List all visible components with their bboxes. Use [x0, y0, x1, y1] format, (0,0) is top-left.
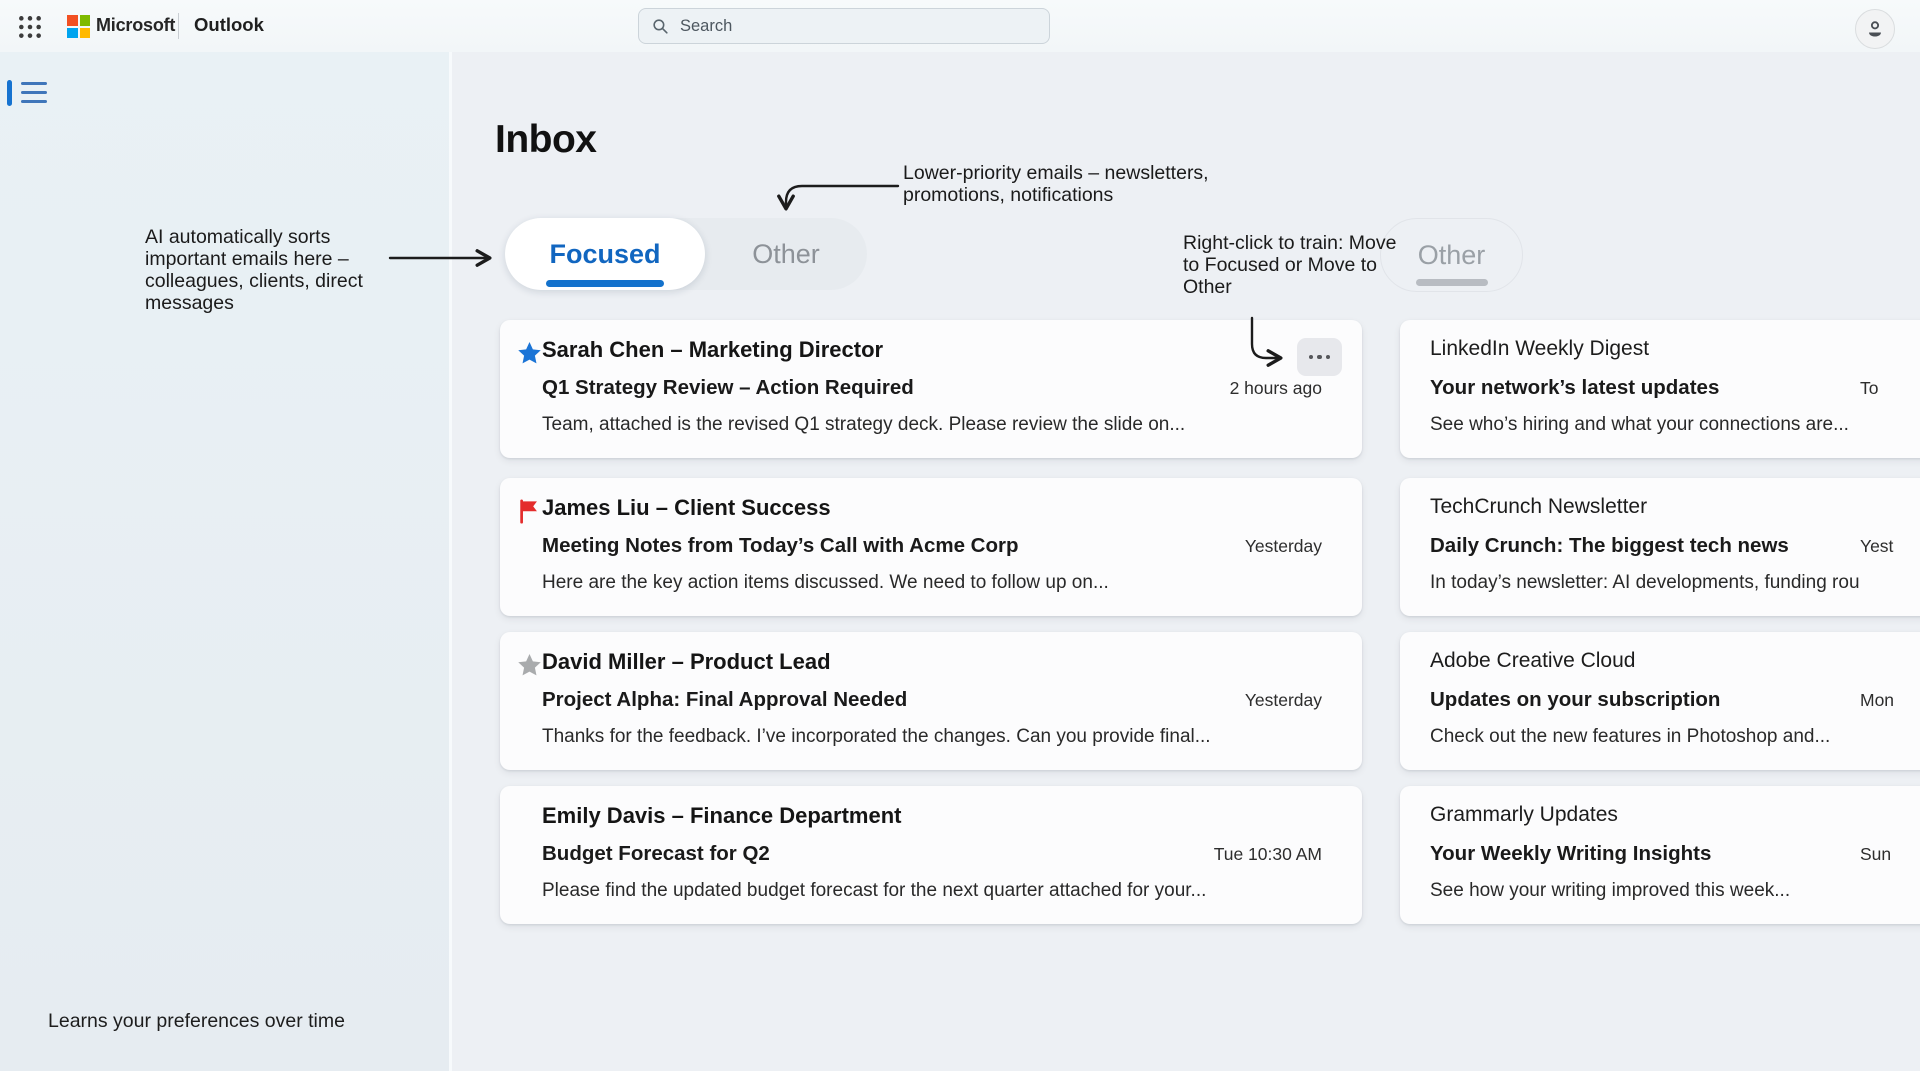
search-icon: [651, 17, 670, 36]
email-sender: Emily Davis – Finance Department: [542, 803, 901, 829]
search-bar[interactable]: [638, 8, 1050, 44]
microsoft-logo[interactable]: [67, 15, 90, 38]
person-icon: [1864, 18, 1886, 40]
email-subject: Meeting Notes from Today’s Call with Acm…: [542, 534, 1019, 558]
email-sender: James Liu – Client Success: [542, 495, 831, 521]
email-item-grammarly[interactable]: Grammarly Updates Your Weekly Writing In…: [1400, 786, 1920, 924]
tab-focused[interactable]: Focused: [505, 218, 705, 290]
hamburger-menu-icon[interactable]: [21, 81, 47, 105]
email-sender: TechCrunch Newsletter: [1430, 495, 1647, 519]
email-subject: Your network’s latest updates: [1430, 376, 1719, 400]
tab-focused-label: Focused: [549, 239, 660, 270]
email-item-emily-davis[interactable]: Emily Davis – Finance Department Budget …: [500, 786, 1362, 924]
star-gray-icon[interactable]: [516, 652, 543, 679]
microsoft-wordmark: Microsoft: [96, 15, 175, 36]
email-time: 2 hours ago: [1230, 378, 1322, 399]
email-preview: See who’s hiring and what your connectio…: [1430, 414, 1849, 436]
email-subject: Project Alpha: Final Approval Needed: [542, 688, 907, 712]
email-sender: LinkedIn Weekly Digest: [1430, 337, 1649, 361]
annotation-train-note: Right-click to train: Move to Focused or…: [1183, 232, 1408, 298]
email-subject: Updates on your subscription: [1430, 688, 1720, 712]
sidebar: Learns your preferences over time: [0, 52, 452, 1071]
email-preview: Please find the updated budget forecast …: [542, 880, 1206, 902]
email-time: Yesterday: [1245, 536, 1322, 557]
other-column-underline: [1416, 279, 1488, 286]
nav-accent-bar: [7, 80, 12, 106]
inbox-tab-switch: Focused Other: [505, 218, 867, 290]
email-subject: Q1 Strategy Review – Action Required: [542, 376, 914, 400]
email-item-sarah-chen[interactable]: Sarah Chen – Marketing Director Q1 Strat…: [500, 320, 1362, 458]
email-preview: Team, attached is the revised Q1 strateg…: [542, 414, 1185, 436]
arrow-to-other-tab: [786, 186, 898, 207]
focused-active-underline: [546, 280, 664, 287]
account-button[interactable]: [1855, 9, 1895, 49]
email-preview: Here are the key action items discussed.…: [542, 572, 1109, 594]
email-item-adobe[interactable]: Adobe Creative Cloud Updates on your sub…: [1400, 632, 1920, 770]
email-sender: Adobe Creative Cloud: [1430, 649, 1635, 673]
email-sender: Sarah Chen – Marketing Director: [542, 337, 883, 363]
email-time: Yesterday: [1245, 690, 1322, 711]
flag-icon[interactable]: [516, 498, 543, 525]
footer-note: Learns your preferences over time: [48, 1010, 345, 1033]
star-filled-icon[interactable]: [516, 340, 543, 367]
top-app-bar: Microsoft Outlook: [0, 0, 1920, 52]
email-preview: In today’s newsletter: AI developments, …: [1430, 572, 1860, 594]
email-subject: Daily Crunch: The biggest tech news: [1430, 534, 1789, 558]
email-subject: Your Weekly Writing Insights: [1430, 842, 1711, 866]
email-time: To: [1860, 378, 1878, 399]
email-subject: Budget Forecast for Q2: [542, 842, 770, 866]
page-title: Inbox: [495, 118, 597, 162]
email-preview: Check out the new features in Photoshop …: [1430, 726, 1830, 748]
email-preview: See how your writing improved this week.…: [1430, 880, 1790, 902]
annotation-other-note: Lower-priority emails – newsletters, pro…: [903, 162, 1283, 206]
other-column-label: Other: [1418, 240, 1486, 271]
outlook-window: Learns your preferences over time Micros…: [0, 0, 1920, 1071]
email-item-techcrunch[interactable]: TechCrunch Newsletter Daily Crunch: The …: [1400, 478, 1920, 616]
search-input[interactable]: [680, 17, 1037, 36]
email-time: Sun: [1860, 844, 1891, 865]
email-preview: Thanks for the feedback. I’ve incorporat…: [542, 726, 1211, 748]
app-launcher-icon[interactable]: [16, 13, 44, 41]
outlook-title[interactable]: Outlook: [194, 14, 264, 36]
email-item-david-miller[interactable]: David Miller – Product Lead Project Alph…: [500, 632, 1362, 770]
title-divider: [178, 13, 179, 39]
email-time: Mon: [1860, 690, 1894, 711]
more-options-icon: [1309, 355, 1314, 360]
tab-other-label: Other: [752, 239, 820, 270]
email-item-james-liu[interactable]: James Liu – Client Success Meeting Notes…: [500, 478, 1362, 616]
annotation-focused-note: AI automatically sorts important emails …: [145, 226, 385, 314]
email-time: Yest: [1860, 536, 1893, 557]
email-time: Tue 10:30 AM: [1214, 844, 1322, 865]
tab-other[interactable]: Other: [705, 218, 867, 290]
email-sender: Grammarly Updates: [1430, 803, 1618, 827]
email-item-linkedin[interactable]: LinkedIn Weekly Digest Your network’s la…: [1400, 320, 1920, 458]
grid-icon: [17, 14, 43, 40]
more-options-button[interactable]: [1297, 338, 1342, 376]
email-sender: David Miller – Product Lead: [542, 649, 831, 675]
